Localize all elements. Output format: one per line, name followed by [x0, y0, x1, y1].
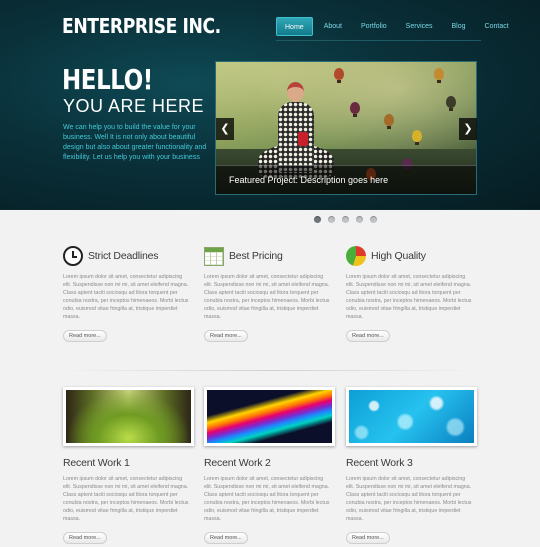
read-more-button[interactable]: Read more...: [63, 330, 107, 342]
balloon-image: [412, 130, 422, 145]
nav-blog[interactable]: Blog: [444, 17, 474, 36]
nav-contact[interactable]: Contact: [477, 17, 517, 36]
feature-header: Best Pricing: [204, 245, 334, 267]
balloon-image: [350, 102, 360, 117]
slider-pagination: [314, 216, 384, 223]
work-title: Recent Work 3: [346, 457, 413, 469]
work-thumbnail[interactable]: [346, 387, 477, 446]
spreadsheet-icon: [204, 246, 224, 266]
read-more-button[interactable]: Read more...: [63, 532, 107, 544]
slider-dot[interactable]: [342, 216, 349, 223]
work-text: Lorem ipsum dolor sit amet, consectetur …: [204, 476, 330, 522]
slider-dot[interactable]: [328, 216, 335, 223]
read-more-button[interactable]: Read more...: [346, 532, 390, 544]
feature-title: High Quality: [371, 250, 426, 262]
balloon-image: [434, 68, 444, 83]
balloon-image: [334, 68, 344, 83]
chevron-right-icon[interactable]: ❯: [459, 118, 477, 140]
recent-work-2: Recent Work 2 Lorem ipsum dolor sit amet…: [204, 387, 336, 544]
feature-text: Lorem ipsum dolor sit amet, consectetur …: [204, 274, 330, 320]
slider-dot[interactable]: [356, 216, 363, 223]
work-text: Lorem ipsum dolor sit amet, consectetur …: [346, 476, 472, 522]
nav-divider: [276, 40, 481, 41]
section-divider: [60, 370, 480, 371]
hero-intro: We can help you to build the value for y…: [63, 124, 207, 161]
pie-chart-icon: [346, 246, 366, 266]
featured-slider[interactable]: Featured Project: Description goes here: [215, 61, 477, 195]
read-more-button[interactable]: Read more...: [204, 330, 248, 342]
slide-figure: [298, 132, 308, 146]
feature-strict-deadlines: Strict Deadlines Lorem ipsum dolor sit a…: [63, 245, 193, 342]
recent-work-1: Recent Work 1 Lorem ipsum dolor sit amet…: [63, 387, 195, 544]
hero-title: HELLO!: [62, 63, 153, 96]
site-logo[interactable]: ENTERPRISE INC.: [62, 14, 221, 38]
hero-section: ENTERPRISE INC. Home About Portfolio Ser…: [0, 0, 540, 210]
feature-best-pricing: Best Pricing Lorem ipsum dolor sit amet,…: [204, 245, 334, 342]
read-more-button[interactable]: Read more...: [346, 330, 390, 342]
hero-subtitle: YOU ARE HERE: [63, 96, 205, 116]
balloon-image: [446, 96, 456, 111]
work-thumbnail[interactable]: [204, 387, 335, 446]
nav-home[interactable]: Home: [276, 17, 313, 36]
work-title: Recent Work 2: [204, 457, 271, 469]
feature-text: Lorem ipsum dolor sit amet, consectetur …: [346, 274, 472, 320]
slide-figure: [287, 82, 304, 102]
slider-dot[interactable]: [370, 216, 377, 223]
nav-about[interactable]: About: [316, 17, 350, 36]
feature-high-quality: High Quality Lorem ipsum dolor sit amet,…: [346, 245, 476, 342]
slide-figure: [278, 102, 314, 172]
work-title: Recent Work 1: [63, 457, 130, 469]
feature-title: Best Pricing: [229, 250, 283, 262]
clock-icon: [63, 246, 83, 266]
nav-services[interactable]: Services: [398, 17, 441, 36]
nav-portfolio[interactable]: Portfolio: [353, 17, 395, 36]
chevron-left-icon[interactable]: ❮: [216, 118, 234, 140]
recent-work-3: Recent Work 3 Lorem ipsum dolor sit amet…: [346, 387, 478, 544]
slide-caption-bar: Featured Project: Description goes here: [216, 165, 476, 194]
main-nav: Home About Portfolio Services Blog Conta…: [276, 17, 520, 36]
slider-dot[interactable]: [314, 216, 321, 223]
feature-header: High Quality: [346, 245, 476, 267]
work-thumbnail[interactable]: [63, 387, 194, 446]
feature-text: Lorem ipsum dolor sit amet, consectetur …: [63, 274, 189, 320]
read-more-button[interactable]: Read more...: [204, 532, 248, 544]
feature-title: Strict Deadlines: [88, 250, 159, 262]
feature-header: Strict Deadlines: [63, 245, 193, 267]
work-text: Lorem ipsum dolor sit amet, consectetur …: [63, 476, 189, 522]
slide-caption: Featured Project: Description goes here: [229, 175, 389, 185]
balloon-image: [384, 114, 394, 129]
